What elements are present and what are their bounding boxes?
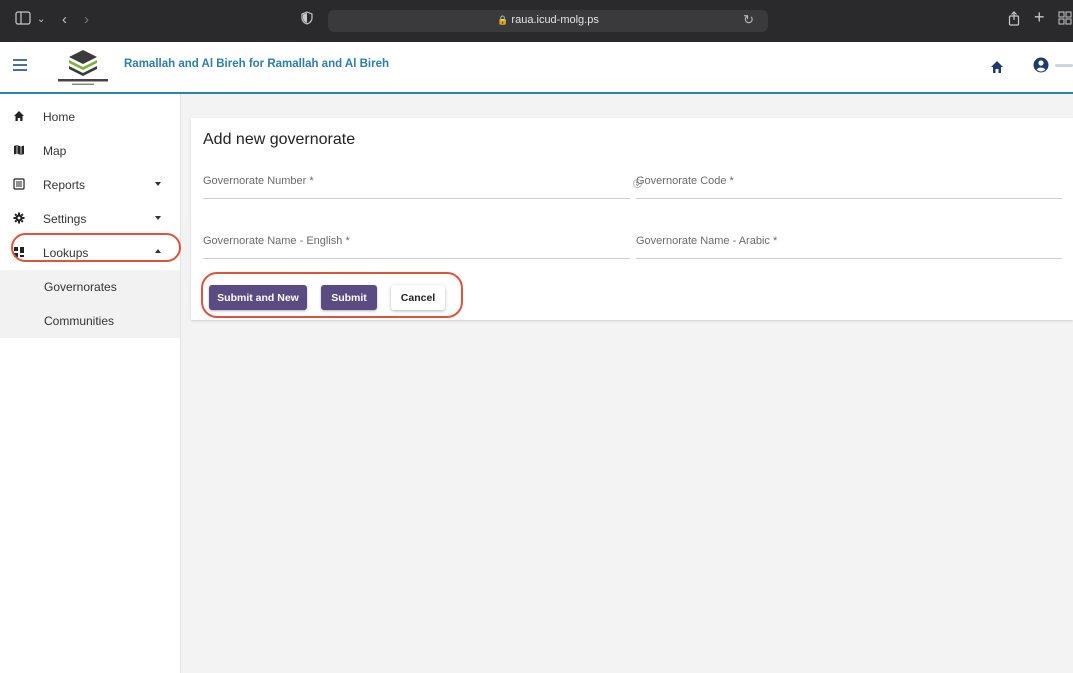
sidebar-item-map[interactable]: Map <box>0 134 180 168</box>
governorate-name-english-input[interactable] <box>203 230 630 252</box>
back-icon[interactable]: ‹ <box>62 11 67 29</box>
governorate-number-input[interactable] <box>203 170 630 192</box>
forward-icon[interactable]: › <box>84 11 89 29</box>
chevron-up-icon <box>155 249 161 253</box>
governorate-code-input[interactable] <box>636 170 1062 192</box>
url-text: raua.icud-molg.ps <box>511 14 599 26</box>
sidebar-subitem-communities[interactable]: Communities <box>0 304 180 338</box>
governorate-code-field <box>636 170 1062 199</box>
form-title: Add new governorate <box>203 131 356 148</box>
reports-icon <box>13 178 25 190</box>
sidebar-subitem-governorates[interactable]: Governorates <box>0 270 180 304</box>
user-icon[interactable] <box>1033 57 1049 73</box>
logo <box>52 48 114 88</box>
sidebar-toggle-icon[interactable] <box>15 11 31 30</box>
address-bar[interactable]: 🔒 raua.icud-molg.ps ↻ <box>328 10 768 32</box>
map-icon <box>13 144 25 156</box>
chevron-down-icon <box>155 182 161 186</box>
lookups-icon <box>13 246 25 258</box>
new-tab-icon[interactable]: + <box>1034 8 1045 26</box>
governorate-name-arabic-field <box>636 230 1062 259</box>
sidebar-item-home[interactable]: Home <box>0 100 180 134</box>
privacy-shield-icon[interactable] <box>301 11 313 30</box>
sidebar-item-settings[interactable]: Settings <box>0 202 180 236</box>
share-icon[interactable] <box>1008 11 1020 31</box>
governorate-name-english-field <box>203 230 630 259</box>
main-content: Add new governorate <box>181 94 1073 673</box>
tab-overview-icon[interactable] <box>1058 11 1072 30</box>
governorate-name-arabic-input[interactable] <box>636 230 1062 252</box>
sidebar-item-reports[interactable]: Reports <box>0 168 180 202</box>
submit-and-new-button[interactable]: Submit and New <box>209 285 307 310</box>
chevron-down-icon <box>155 216 161 220</box>
page-title: Ramallah and Al Bireh for Ramallah and A… <box>124 58 389 70</box>
sidebar: Home Map Reports Settings Lookups Govern… <box>0 94 181 673</box>
app-header: Ramallah and Al Bireh for Ramallah and A… <box>0 42 1073 94</box>
lock-icon: 🔒 <box>497 15 509 25</box>
reload-icon[interactable]: ↻ <box>743 12 754 28</box>
home-icon[interactable] <box>990 60 1004 74</box>
chevron-down-icon[interactable]: ⌄ <box>37 11 45 29</box>
submit-button[interactable]: Submit <box>321 285 377 310</box>
user-menu-indicator[interactable] <box>1055 64 1073 67</box>
menu-icon[interactable] <box>13 59 27 71</box>
cancel-button[interactable]: Cancel <box>391 285 445 310</box>
browser-toolbar: ⌄ ‹ › 🔒 raua.icud-molg.ps ↻ + <box>0 0 1073 42</box>
governorate-number-field <box>203 170 642 199</box>
gear-icon <box>13 212 25 224</box>
sidebar-item-lookups[interactable]: Lookups <box>0 236 180 270</box>
home-icon <box>13 110 25 122</box>
